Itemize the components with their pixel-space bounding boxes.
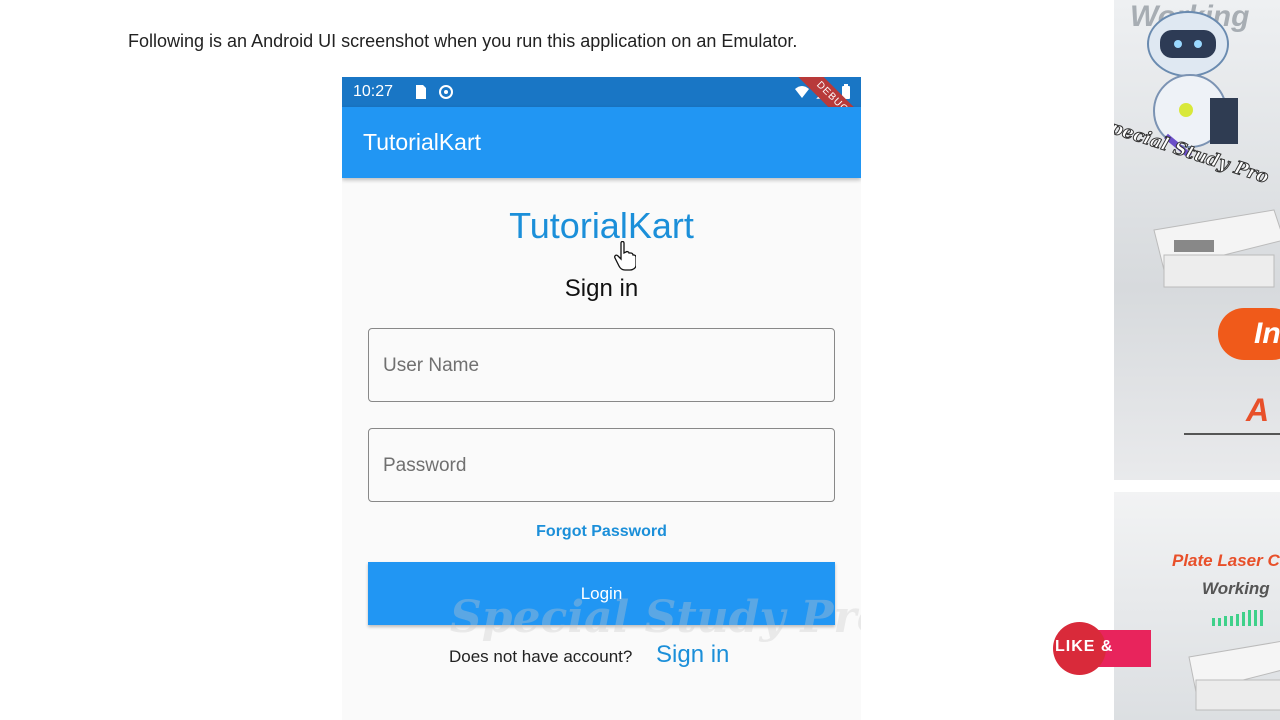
- like-badge[interactable]: LIKE &: [1053, 622, 1151, 675]
- password-field[interactable]: [368, 428, 835, 502]
- login-button[interactable]: Login: [368, 562, 835, 625]
- intro-text: Following is an Android UI screenshot wh…: [128, 31, 798, 51]
- ad2-headline: Plate Laser C: [1172, 551, 1280, 570]
- brand-title: TutorialKart: [509, 205, 694, 246]
- app-bar: TutorialKart: [342, 107, 861, 178]
- username-input[interactable]: [383, 353, 813, 379]
- password-input[interactable]: [383, 453, 813, 479]
- ad-banner-top[interactable]: Working Special Study Pro In A: [1114, 0, 1280, 480]
- sign-in-link[interactable]: Sign in: [656, 641, 729, 669]
- ad1-divider: [1184, 433, 1280, 435]
- status-time: 10:27: [353, 83, 394, 100]
- sign-in-heading: Sign in: [564, 275, 639, 302]
- ad-banner-bottom[interactable]: Plate Laser C Working: [1114, 492, 1280, 720]
- username-field[interactable]: [368, 328, 835, 402]
- status-bar: 10:27 DEBUG: [342, 77, 861, 151]
- sd-card-icon: [416, 85, 426, 99]
- android-screenshot: 10:27 DEBUG TutorialKart TutorialKart Si…: [342, 77, 861, 720]
- sync-icon: [439, 85, 453, 99]
- app-bar-title: TutorialKart: [363, 129, 482, 155]
- ad2-subline: Working: [1202, 579, 1270, 598]
- forgot-password-link[interactable]: Forgot Password: [342, 523, 861, 541]
- ad1-cta-button[interactable]: In: [1218, 308, 1280, 360]
- no-account-text: Does not have account?: [449, 647, 633, 666]
- hand-cursor-icon: [614, 241, 636, 271]
- laser-machine-image-2: [1188, 641, 1280, 711]
- laser-machine-image: [1153, 209, 1280, 288]
- ad1-subtitle: A: [1246, 392, 1270, 428]
- audio-level-icon: [1212, 610, 1263, 626]
- like-badge-label: LIKE &: [1055, 638, 1114, 655]
